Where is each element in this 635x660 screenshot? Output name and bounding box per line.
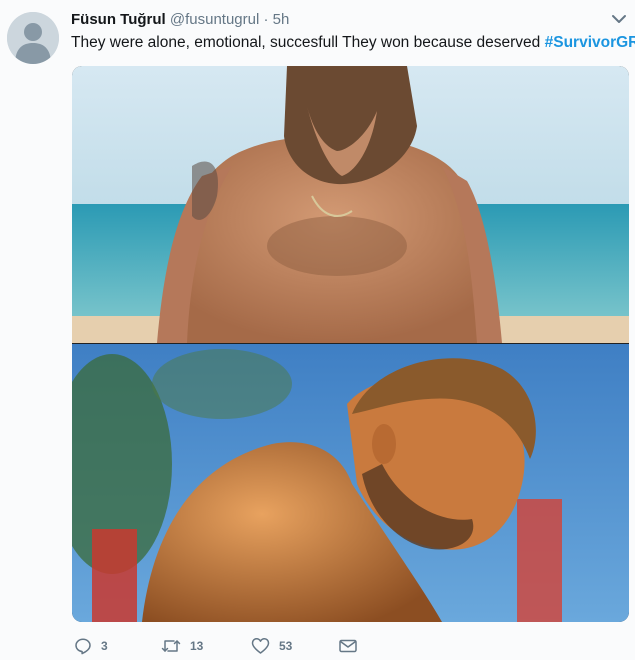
tweet-text: They were alone, emotional, succesfull T…	[71, 33, 635, 53]
author-name[interactable]: Füsun Tuğrul	[71, 11, 166, 28]
retweet-count: 13	[190, 639, 204, 653]
timestamp[interactable]: 5h	[273, 11, 290, 28]
heart-icon	[251, 638, 270, 654]
photo-beach-man[interactable]	[72, 66, 629, 343]
reply-button[interactable]: 3	[74, 636, 108, 656]
chevron-down-icon[interactable]	[610, 12, 628, 26]
like-count: 53	[279, 639, 293, 653]
like-button[interactable]: 53	[251, 636, 292, 656]
retweet-button[interactable]: 13	[161, 636, 203, 656]
photo-closeup-man[interactable]	[72, 344, 629, 622]
tweet-card[interactable]: Füsun Tuğrul @fusuntugrul · 5h They were…	[0, 0, 635, 660]
avatar[interactable]	[7, 12, 59, 64]
retweet-icon	[161, 640, 181, 652]
direct-message-button[interactable]	[338, 636, 367, 656]
media-grid	[72, 66, 629, 622]
author-handle[interactable]: @fusuntugrul	[170, 11, 259, 28]
separator-dot: ·	[263, 11, 269, 28]
hashtag-link[interactable]: #SurvivorGR	[545, 34, 635, 51]
tweet-body: They were alone, emotional, succesfull T…	[71, 34, 541, 51]
envelope-icon	[339, 639, 357, 653]
reply-count: 3	[101, 639, 108, 653]
reply-icon	[75, 638, 91, 655]
tweet-header: Füsun Tuğrul @fusuntugrul · 5h	[71, 11, 289, 29]
action-bar: 3 13 53	[74, 636, 374, 656]
